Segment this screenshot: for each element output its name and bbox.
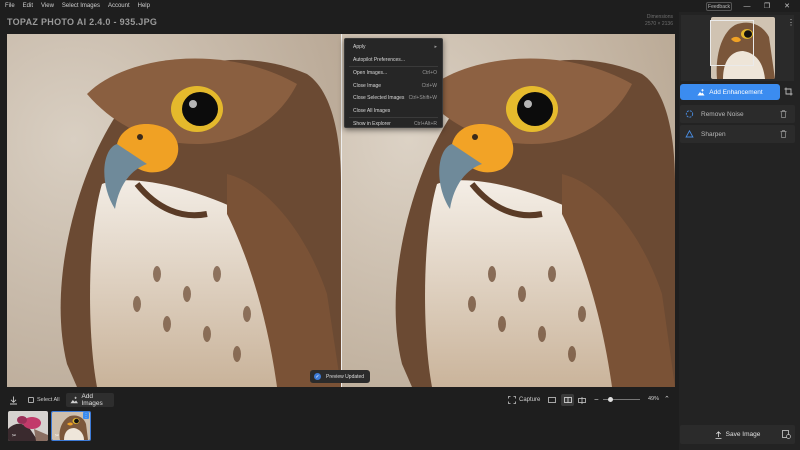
ctx-close-image[interactable]: Close Image Ctrl+W [345, 80, 442, 93]
zoom-slider-handle[interactable] [607, 397, 613, 402]
remove-noise-label: Remove Noise [701, 110, 744, 118]
capture-button[interactable]: Capture [508, 395, 540, 405]
capture-icon [508, 396, 516, 404]
preview-updated-toast: ✓ Preview Updated [310, 370, 370, 383]
menu-view[interactable]: View [37, 3, 58, 9]
ctx-close-label: Close Image [353, 82, 382, 89]
image-dimensions: Dimensions 2570 × 2136 [645, 14, 673, 28]
add-images-label: Add Images [81, 393, 103, 407]
ctx-close-all-label: Close All Images [353, 107, 391, 114]
capture-label: Capture [519, 397, 541, 403]
add-images-button[interactable]: Add Images [66, 393, 114, 407]
filter-sharpen[interactable]: Sharpen [680, 125, 795, 143]
save-image-label: Save Image [725, 431, 761, 438]
trash-icon[interactable] [780, 110, 787, 118]
ctx-close-shortcut: Ctrl+W [421, 82, 437, 89]
menu-bar: File Edit View Select Images Account Hel… [0, 0, 800, 12]
ctx-open-images[interactable]: Open Images... Ctrl+O [345, 67, 442, 80]
thumbnail-badge-icon: ✂ [55, 433, 60, 439]
zoom-level[interactable]: 49% [648, 396, 659, 402]
add-enhancement-button[interactable]: Add Enhancement [680, 84, 780, 100]
save-image-button[interactable]: Save Image [680, 425, 795, 444]
checkbox-icon [28, 397, 34, 403]
thumbnail-more-icon[interactable]: ⋮ [83, 412, 89, 419]
chevron-up-icon[interactable]: ⌃ [664, 395, 670, 403]
ctx-open-shortcut: Ctrl+O [422, 70, 437, 77]
remove-noise-icon [685, 110, 694, 118]
ctx-open-label: Open Images... [353, 70, 388, 77]
ctx-show-explorer-shortcut: Ctrl+Alt+R [413, 121, 437, 128]
menu-account[interactable]: Account [104, 3, 134, 9]
menu-select-images[interactable]: Select Images [58, 3, 104, 9]
ctx-close-selected-images[interactable]: Close Selected Images Ctrl+Shift+W [345, 92, 442, 105]
add-image-icon [70, 396, 78, 404]
check-icon: ✓ [314, 373, 321, 380]
image-viewer[interactable] [7, 34, 675, 387]
select-all-label: Select All [37, 397, 60, 403]
add-enhancement-icon [697, 88, 705, 95]
menu-file[interactable]: File [0, 3, 19, 9]
zoom-out-icon[interactable]: − [594, 395, 599, 404]
crop-icon[interactable] [784, 87, 794, 97]
original-pane[interactable] [7, 34, 341, 387]
dimensions-label: Dimensions [646, 14, 673, 20]
ctx-close-all-images[interactable]: Close All Images [345, 105, 442, 118]
feedback-button[interactable]: Feedback [706, 2, 732, 11]
ctx-apply[interactable]: Apply ▸ [345, 41, 442, 54]
import-icon[interactable] [9, 395, 19, 405]
navigator-viewport-box[interactable] [710, 20, 754, 66]
ctx-show-in-explorer[interactable]: Show in Explorer Ctrl+Alt+R [345, 118, 442, 131]
ctx-autopilot-label: Autopilot Preferences... [353, 56, 405, 63]
ctx-close-selected-label: Close Selected Images [353, 95, 405, 102]
sharpen-label: Sharpen [701, 130, 726, 138]
export-settings-icon[interactable] [782, 430, 791, 439]
select-all-checkbox[interactable]: Select All [28, 395, 60, 405]
context-menu: Apply ▸ Autopilot Preferences... Open Im… [344, 38, 443, 128]
ctx-apply-label: Apply [353, 44, 366, 51]
single-view-icon[interactable] [548, 396, 557, 404]
compare-view-icon[interactable] [578, 396, 587, 404]
menu-edit[interactable]: Edit [19, 3, 37, 9]
bird-image-original [7, 34, 341, 387]
dimensions-value: 2570 × 2136 [645, 21, 673, 27]
trash-icon[interactable] [780, 130, 787, 138]
sharpen-icon [685, 130, 694, 138]
upload-icon [715, 430, 722, 439]
ctx-autopilot-preferences[interactable]: Autopilot Preferences... [345, 54, 442, 67]
ctx-close-selected-shortcut: Ctrl+Shift+W [408, 95, 437, 102]
thumbnail-badge-icon: ✂ [12, 433, 17, 439]
filter-remove-noise[interactable]: Remove Noise [680, 105, 795, 123]
more-options-icon[interactable]: ⋮ [787, 18, 795, 27]
split-view-icon[interactable] [561, 394, 574, 406]
add-enhancement-label: Add Enhancement [709, 88, 763, 96]
restore-icon[interactable]: ❐ [760, 1, 774, 11]
menu-help[interactable]: Help [134, 3, 154, 9]
close-icon[interactable]: ✕ [780, 1, 794, 11]
submenu-arrow-icon: ▸ [434, 44, 437, 51]
ctx-show-explorer-label: Show in Explorer [353, 121, 391, 128]
minimize-icon[interactable]: — [740, 1, 754, 11]
app-title: TOPAZ PHOTO AI 2.4.0 - 935.JPG [7, 17, 158, 27]
toast-text: Preview Updated [326, 373, 365, 380]
